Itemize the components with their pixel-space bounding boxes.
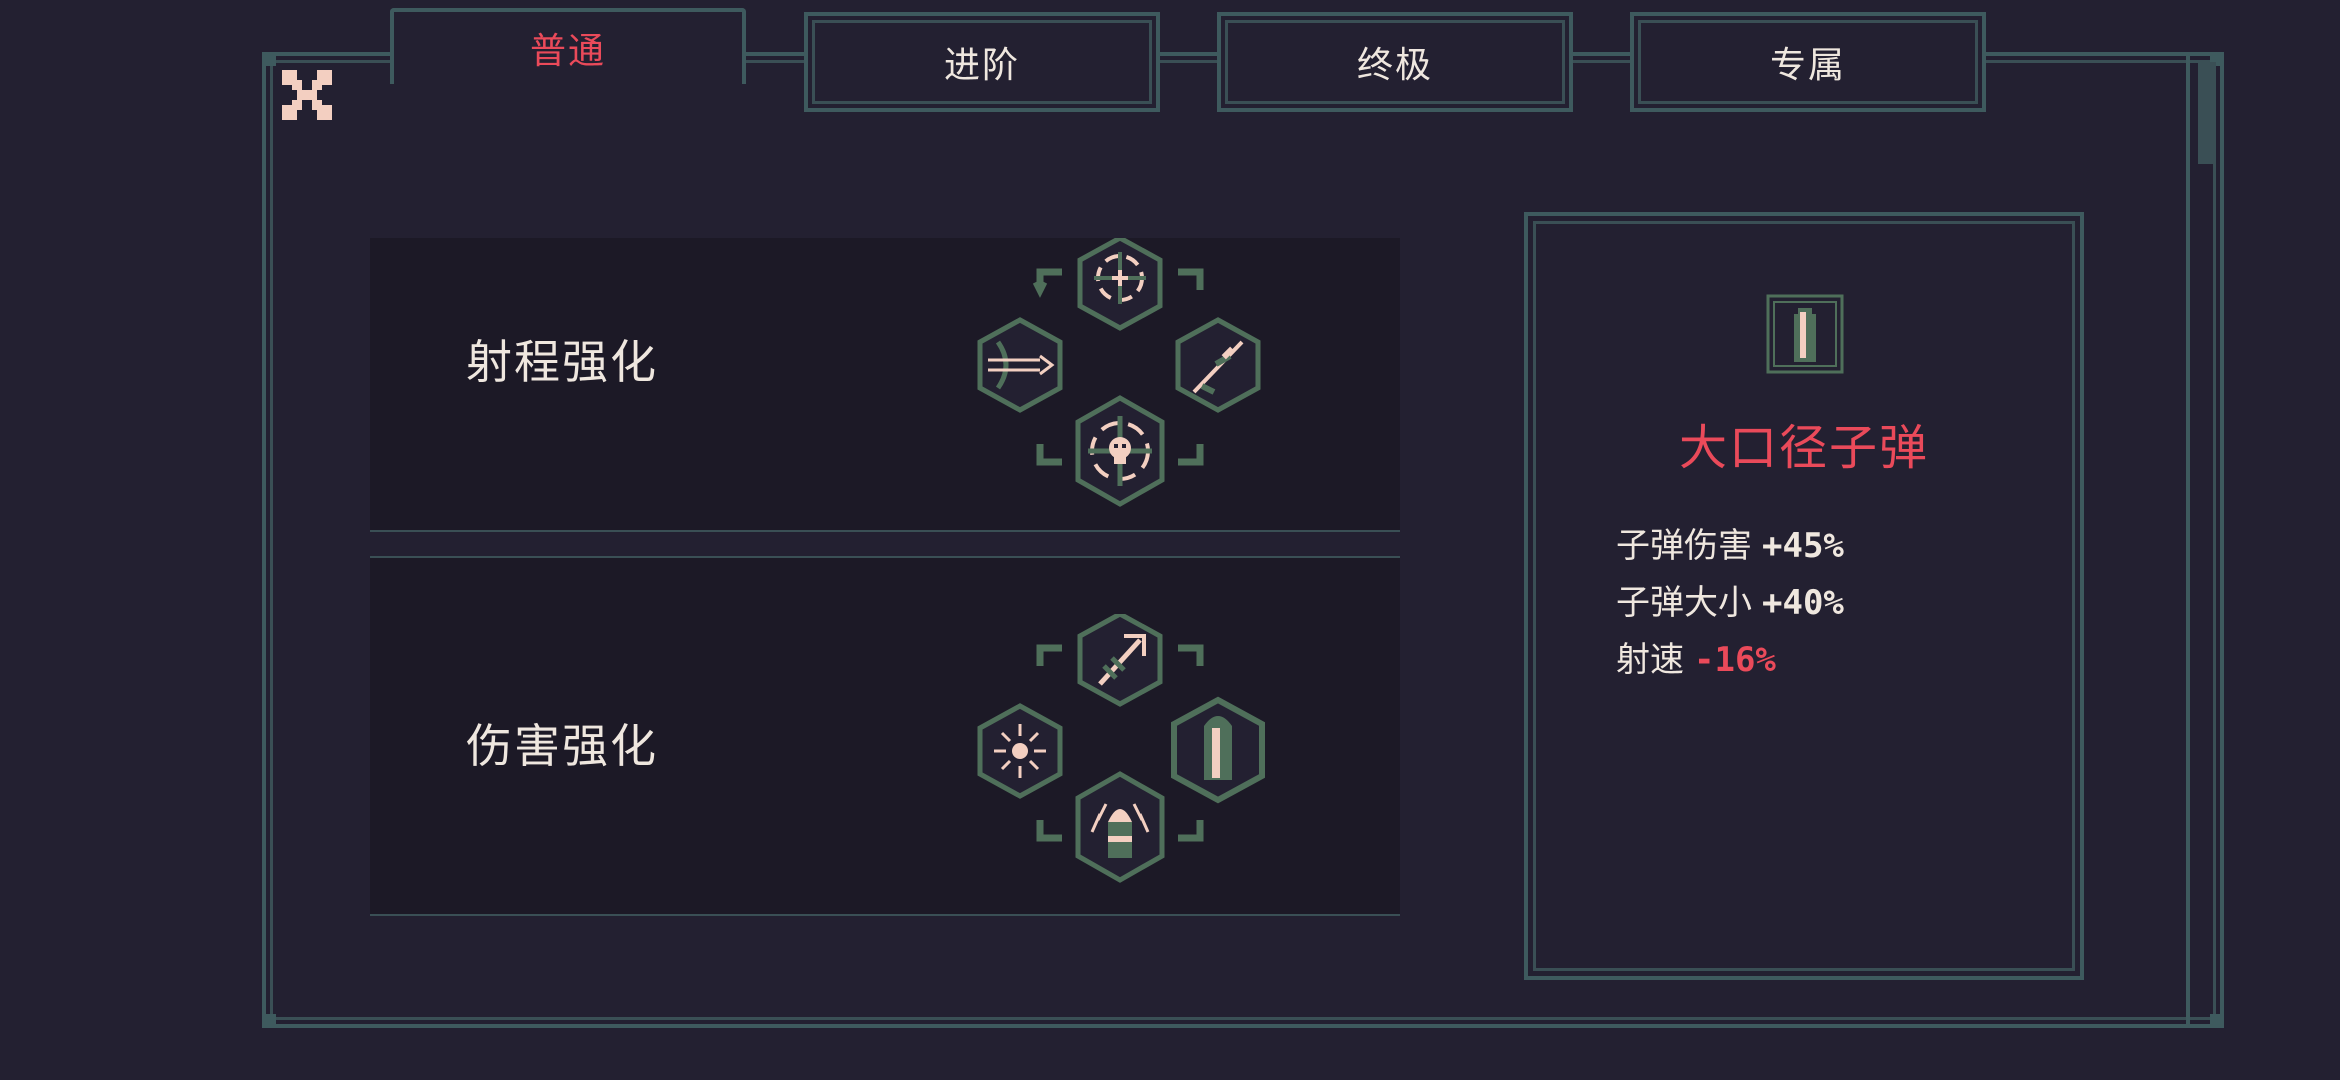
sniper-rifle-icon: [1178, 320, 1258, 410]
spark-burst-icon: [980, 706, 1060, 796]
category-card-range[interactable]: 射程强化: [370, 238, 1400, 532]
tab-advanced[interactable]: 进阶: [804, 12, 1160, 112]
crosshair-icon: [1080, 238, 1160, 328]
stat-value: +45%: [1762, 526, 1844, 566]
panel-corner: [262, 52, 276, 66]
detail-panel: 大口径子弹 子弹伤害 +45% 子弹大小 +40% 射速 -16%: [1524, 212, 2084, 980]
tab-exclusive[interactable]: 专属: [1630, 12, 1986, 112]
tab-label: 终极: [1356, 45, 1433, 86]
category-title: 射程强化: [466, 335, 658, 389]
close-icon: [282, 70, 332, 120]
bullet-icon: [1766, 294, 1844, 374]
tab-normal[interactable]: 普通: [390, 8, 746, 84]
tab-label: 普通: [529, 31, 606, 72]
tab-label: 专属: [1769, 45, 1846, 86]
skull-target-icon: [1075, 395, 1165, 507]
piercing-arrow-icon: [980, 320, 1060, 410]
close-button[interactable]: [282, 70, 332, 120]
tab-label: 进阶: [943, 45, 1020, 86]
stat-label: 射速: [1616, 640, 1684, 680]
tab-ultimate[interactable]: 终极: [1217, 12, 1573, 112]
detail-title: 大口径子弹: [1678, 420, 1929, 476]
upgrade-tree: [970, 614, 1265, 883]
arrow-icon: [1032, 280, 1048, 298]
stat-label: 子弹伤害: [1616, 526, 1752, 566]
panel-corner: [262, 1014, 276, 1028]
scrollbar-thumb[interactable]: [2198, 62, 2216, 164]
category-title: 伤害强化: [466, 719, 658, 773]
upgrade-tree: [970, 238, 1270, 507]
rocket-arrow-icon: [1080, 614, 1160, 704]
category-card-damage[interactable]: 伤害强化: [370, 556, 1400, 916]
stat-row: 子弹大小 +40%: [1616, 575, 1844, 632]
stat-value: -16%: [1694, 640, 1776, 680]
stats-list: 子弹伤害 +45% 子弹大小 +40% 射速 -16%: [1616, 518, 1844, 689]
stat-label: 子弹大小: [1616, 583, 1752, 623]
grenade-icon: [1075, 771, 1165, 883]
large-bullet-icon: [1171, 696, 1265, 804]
stat-row: 射速 -16%: [1616, 632, 1844, 689]
scrollbar[interactable]: [2186, 52, 2222, 1028]
stat-value: +40%: [1762, 583, 1844, 623]
stat-row: 子弹伤害 +45%: [1616, 518, 1844, 575]
